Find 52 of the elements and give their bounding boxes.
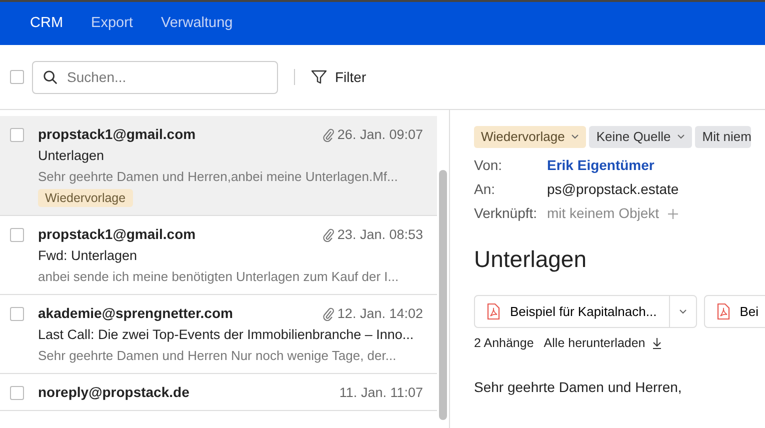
email-subject: Unterlagen [474,246,588,274]
message-date: 12. Jan. 14:02 [337,305,423,323]
search-field[interactable]: Suchen... [32,60,278,94]
scrollbar[interactable] [439,170,447,420]
field-label: Von: [474,156,504,175]
field-label: An: [474,180,496,199]
nav-tab[interactable]: CRM [30,12,64,34]
caret-icon [678,309,687,314]
message-date: 26. Jan. 09:07 [337,126,423,144]
field-label: Verknüpft: [474,204,538,223]
download-icon [652,338,662,349]
sender-name: propstack1@gmail.com [38,225,196,244]
source-dropdown[interactable]: Keine Quelle [589,126,692,148]
message-date: 23. Jan. 08:53 [337,226,423,244]
pdf-file-icon [487,303,500,320]
message-item[interactable]: propstack1@gmail.com 23. Jan. 08:53 Fwd: Unterlagen anbei sende ich meine benötigten Unterlagen zum Kauf der I... [0,216,437,295]
recipient-address: ps@propstack.estate [547,180,679,199]
pdf-file-icon [716,303,730,320]
attachment-button[interactable]: Bei [704,296,765,328]
message-checkbox[interactable] [10,228,24,242]
filter-icon [311,69,327,85]
attachment-count: 2 Anhänge [474,335,534,352]
message-preview: Sehr geehrte Damen und Herren,anbei meine Unterlagen.Mf... [38,168,399,186]
status-dropdown[interactable]: Wiedervorlage [474,126,586,148]
email-body: Sehr geehrte Damen und Herren, [474,378,683,397]
message-subject: Last Call: Die zwei Top-Events der Immobilienbranche – Inno... [38,326,415,344]
download-all-link[interactable]: Alle herunterladen [544,334,662,353]
message-item[interactable]: akademie@sprengnetter.com 12. Jan. 14:02 Last Call: Die zwei Top-Events der Immobilienbranche – Inno... Sehr geehrte Damen und Herren Nur noch wenige Tage, der... [0,295,437,374]
sender-link[interactable]: Erik Eigentümer [547,155,654,176]
select-all-checkbox[interactable] [10,70,24,84]
sender-name: propstack1@gmail.com [38,125,196,144]
message-date: 11. Jan. 11:07 [339,384,423,402]
message-preview: anbei sende ich meine benötigten Unterlagen zum Kauf der I... [38,268,400,286]
message-checkbox[interactable] [10,307,24,321]
message-subject: Unterlagen [38,147,106,165]
message-item[interactable]: noreply@propstack.de 11. Jan. 11:07 [0,374,437,411]
add-icon[interactable] [668,208,678,218]
nav-tab[interactable]: Verwaltung [160,12,233,34]
message-checkbox[interactable] [10,128,24,142]
sender-name: akademie@sprengnetter.com [38,304,233,323]
message-item[interactable]: propstack1@gmail.com 26. Jan. 09:07 Unterlagen Sehr geehrte Damen und Herren,anbei meine Unterlagen.Mf... Wiedervorlage [0,116,437,216]
filter-button[interactable]: Filter [311,66,366,88]
linked-object-text: mit keinem Objekt [547,204,660,223]
sender-name: noreply@propstack.de [38,383,190,402]
message-checkbox[interactable] [10,386,24,400]
caret-icon [570,134,579,140]
tag-dropdown[interactable]: Mit niem [695,126,752,148]
caret-icon [676,134,685,140]
nav-tab[interactable]: Export [91,12,133,34]
status-tag: Wiedervorlage [38,189,133,207]
message-subject: Fwd: Unterlagen [38,247,138,265]
message-preview: Sehr geehrte Damen und Herren Nur noch wenige Tage, der... [38,347,398,365]
